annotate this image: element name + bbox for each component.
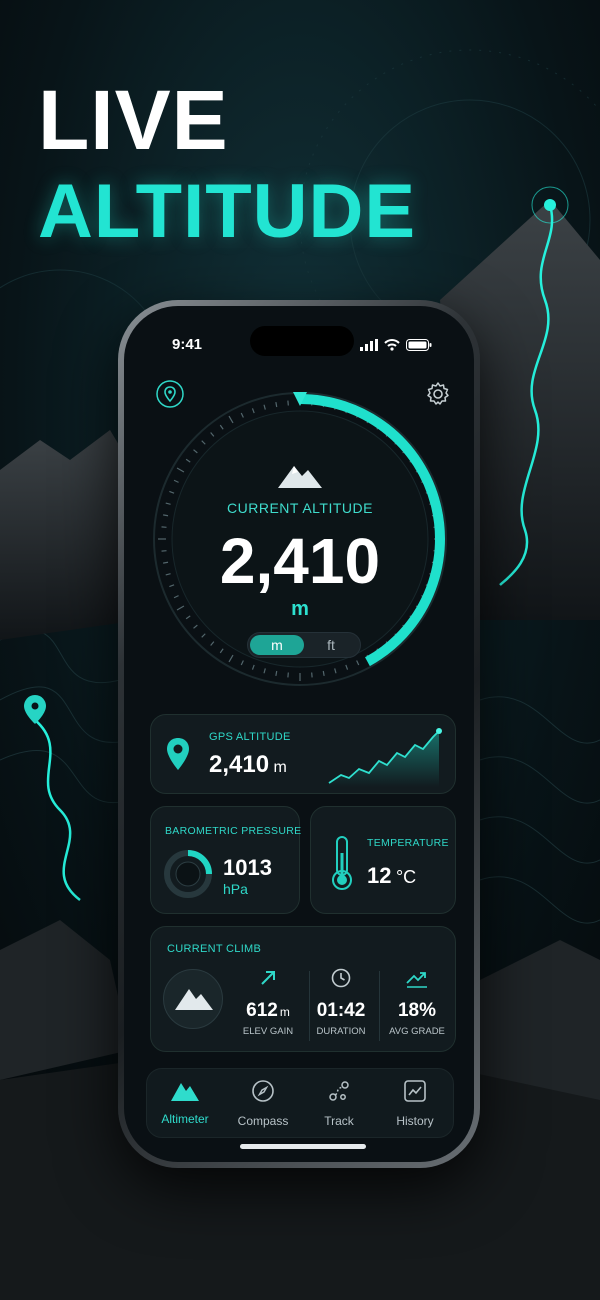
gps-altitude-reading: 2,410 m [209, 751, 287, 779]
bottom-navigation: Altimeter Compass Track History [146, 1068, 454, 1138]
signal-icon [360, 339, 378, 351]
current-altitude-label: CURRENT ALTITUDE [227, 500, 373, 516]
nav-label-compass: Compass [237, 1114, 289, 1128]
elev-gain-value: 612 [246, 1000, 278, 1021]
thermometer-icon [332, 836, 352, 890]
temperature-label: TEMPERATURE [367, 837, 449, 849]
temperature-card[interactable]: TEMPERATURE 12 °C [310, 806, 456, 914]
mountain-icon [171, 1083, 199, 1101]
arrow-up-right-icon [261, 971, 275, 985]
pressure-dial-icon [164, 850, 212, 898]
temperature-unit: °C [395, 867, 417, 887]
battery-icon [406, 339, 432, 351]
altitude-sparkline [328, 728, 442, 787]
climb-stat-elev-gain: 612 m ELEV GAIN [233, 967, 303, 1037]
compass-icon [252, 1080, 274, 1102]
nav-item-compass[interactable]: Compass [227, 1079, 299, 1128]
avg-grade-label: AVG GRADE [389, 1026, 445, 1037]
nav-label-altimeter: Altimeter [161, 1112, 209, 1126]
app-screen: 9:41 CURRENT ALTITUDE 2,410 m m ft GPS A… [124, 306, 474, 1162]
current-altitude-value: 2,410 [219, 525, 381, 597]
nav-item-altimeter[interactable]: Altimeter [149, 1079, 221, 1126]
home-indicator [240, 1144, 366, 1149]
clock-icon [331, 968, 351, 988]
temperature-value: 12 [367, 863, 392, 888]
wifi-icon [384, 339, 400, 351]
unit-option-m[interactable]: m [250, 635, 304, 655]
current-altitude-unit: m [291, 598, 309, 620]
status-indicators [360, 339, 432, 351]
nav-item-track[interactable]: Track [303, 1079, 375, 1128]
gps-altitude-value: 2,410 [209, 751, 270, 778]
headline: LIVE ALTITUDE [38, 78, 416, 250]
nav-item-history[interactable]: History [379, 1079, 451, 1128]
duration-label: DURATION [316, 1026, 366, 1037]
gps-altitude-label: GPS ALTITUDE [209, 731, 291, 743]
pressure-unit: hPa [223, 881, 248, 897]
trend-icon [406, 972, 427, 988]
pressure-card[interactable]: BAROMETRIC PRESSURE 1013 hPa [150, 806, 302, 914]
dynamic-island [250, 326, 354, 356]
mountain-icon [278, 466, 322, 488]
pressure-value: 1013 [223, 855, 272, 880]
elev-gain-label: ELEV GAIN [242, 1026, 294, 1037]
climb-stat-avg-grade: 18% AVG GRADE [381, 967, 453, 1037]
nav-label-history: History [396, 1114, 434, 1128]
headline-line1: LIVE [38, 73, 229, 167]
current-climb-label: CURRENT CLIMB [167, 943, 262, 955]
nav-label-track: Track [324, 1114, 354, 1128]
history-chart-icon [404, 1080, 426, 1102]
elev-gain-unit: m [279, 1005, 290, 1019]
status-time: 9:41 [172, 336, 203, 353]
temperature-reading: 12 °C [367, 863, 416, 889]
unit-option-ft[interactable]: ft [304, 635, 358, 655]
gauge-readout: CURRENT ALTITUDE 2,410 m m ft [151, 390, 449, 688]
unit-toggle: m ft [247, 632, 361, 658]
pressure-label: BAROMETRIC PRESSURE [165, 825, 302, 837]
phone-frame: 9:41 CURRENT ALTITUDE 2,410 m m ft GPS A… [118, 300, 480, 1168]
track-icon [329, 1081, 349, 1101]
gps-altitude-card[interactable]: GPS ALTITUDE 2,410 m [150, 714, 456, 794]
current-climb-card[interactable]: CURRENT CLIMB 612 m ELEV GAIN 01:42 DURAT… [150, 926, 456, 1052]
headline-line2: ALTITUDE [38, 169, 417, 254]
duration-value: 01:42 [316, 1000, 366, 1021]
climb-stat-duration: 01:42 DURATION [305, 967, 377, 1037]
mountain-icon [175, 989, 213, 1010]
avg-grade-value: 18% [397, 1000, 437, 1021]
climb-mountain-badge [163, 969, 223, 1029]
gps-altitude-unit: m [273, 759, 287, 776]
location-pin-icon [167, 738, 189, 770]
